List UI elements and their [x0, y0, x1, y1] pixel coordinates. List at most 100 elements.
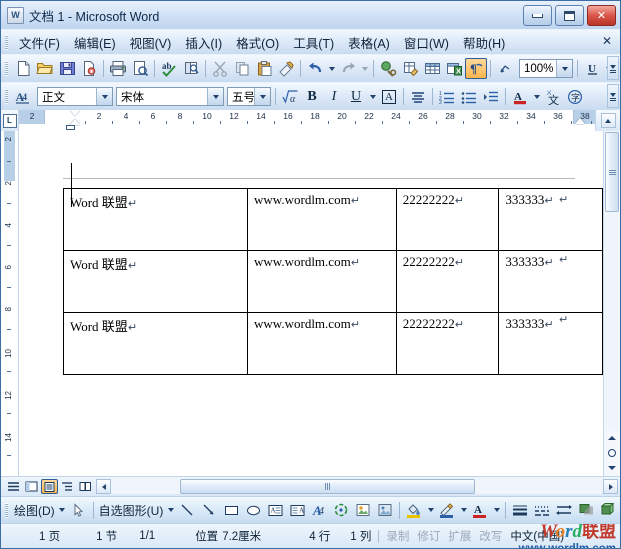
enclose-character-icon[interactable]: 字 [564, 86, 586, 107]
picture-icon[interactable] [374, 500, 396, 521]
redo-dropdown[interactable] [359, 58, 370, 79]
table-cell[interactable]: 22222222↵ [396, 313, 499, 375]
dash-style-icon[interactable] [531, 500, 553, 521]
close-button[interactable]: ✕ [587, 5, 616, 26]
vertical-text-box-icon[interactable]: A [286, 500, 308, 521]
scroll-up-button[interactable] [601, 113, 616, 128]
table-cell[interactable]: www.wordlm.com↵ [248, 189, 397, 251]
left-indent-marker[interactable] [66, 125, 75, 130]
show-formatting-marks-icon[interactable]: ¶ [465, 58, 487, 79]
view-print-layout[interactable] [41, 479, 58, 494]
table-cell[interactable]: 22222222↵ [396, 189, 499, 251]
scroll-left-button[interactable] [96, 479, 111, 494]
open-icon[interactable] [34, 58, 56, 79]
menu-help[interactable]: 帮助(H) [456, 31, 512, 54]
table-cell[interactable]: www.wordlm.com↵ [248, 251, 397, 313]
table-cell[interactable]: Word 联盟↵ [64, 313, 248, 375]
increase-indent-icon[interactable] [480, 86, 502, 107]
vertical-scroll-thumb[interactable] [605, 132, 619, 212]
standard-toolbar-grip[interactable] [5, 61, 8, 76]
new-document-icon[interactable] [12, 58, 34, 79]
save-icon[interactable] [56, 58, 78, 79]
vertical-scrollbar[interactable] [603, 131, 620, 476]
character-border-icon[interactable]: A [378, 86, 400, 107]
3d-style-icon[interactable] [597, 500, 619, 521]
drawing-toolbar-grip[interactable] [5, 503, 8, 518]
arrow-icon[interactable] [198, 500, 220, 521]
line-color-dropdown-icon[interactable] [458, 500, 469, 521]
draw-menu-button[interactable]: 绘图(D) [12, 502, 57, 519]
menu-edit[interactable]: 编辑(E) [67, 31, 123, 54]
tab-selector-button[interactable]: L [1, 110, 19, 131]
font-color-dropdown-icon[interactable] [531, 86, 542, 107]
table-cell[interactable]: 333333↵ [499, 313, 603, 375]
autoshapes-button[interactable]: 自选图形(U) [97, 502, 166, 519]
paste-icon[interactable] [253, 58, 275, 79]
restore-button[interactable] [555, 5, 584, 26]
styles-and-formatting-icon[interactable]: A 4 [12, 86, 34, 107]
document-table[interactable]: Word 联盟↵ www.wordlm.com↵ 22222222↵ 33333… [63, 188, 603, 375]
bold-icon[interactable]: B [301, 86, 323, 107]
font-color-dropdown-icon-draw[interactable] [491, 500, 502, 521]
arrow-style-icon[interactable] [553, 500, 575, 521]
close-document-icon[interactable]: ✕ [602, 34, 612, 48]
status-overtype-button[interactable]: 改写 [479, 528, 502, 544]
format-painter-icon[interactable] [275, 58, 297, 79]
underline-dropdown-icon[interactable] [367, 86, 378, 107]
numbered-list-icon[interactable]: 1 2 3 [436, 86, 458, 107]
tables-and-borders-icon[interactable] [399, 58, 421, 79]
menu-view[interactable]: 视图(V) [123, 31, 179, 54]
print-preview-icon[interactable] [129, 58, 151, 79]
select-browse-object-icon[interactable] [605, 446, 620, 460]
undo-dropdown[interactable] [326, 58, 337, 79]
font-color-icon[interactable]: A [469, 500, 491, 521]
draw-menu-dropdown-icon[interactable] [57, 500, 68, 521]
text-box-icon[interactable]: A [264, 500, 286, 521]
right-indent-marker[interactable] [575, 118, 585, 124]
table-cell[interactable]: 333333↵ [499, 189, 603, 251]
insert-table-icon[interactable] [421, 58, 443, 79]
table-cell[interactable]: www.wordlm.com↵ [248, 313, 397, 375]
oval-icon[interactable] [242, 500, 264, 521]
word-art-icon[interactable]: A4 [308, 500, 330, 521]
formatting-toolbar-overflow[interactable] [607, 84, 619, 108]
horizontal-scroll-thumb[interactable] [180, 479, 475, 494]
formula-icon[interactable]: α [279, 86, 301, 107]
font-size-dropdown-icon[interactable] [254, 88, 270, 105]
status-track-changes-button[interactable]: 修订 [417, 528, 440, 544]
scroll-right-button[interactable] [603, 479, 618, 494]
next-page-icon[interactable] [605, 461, 620, 475]
rectangle-icon[interactable] [220, 500, 242, 521]
undo-icon[interactable] [304, 58, 326, 79]
redo-icon[interactable] [337, 58, 359, 79]
view-normal[interactable] [5, 479, 22, 494]
view-web-layout[interactable] [23, 479, 40, 494]
table-cell[interactable]: Word 联盟↵ [64, 251, 248, 313]
zoom-combo[interactable]: 100% [519, 59, 573, 78]
table-cell[interactable]: 333333↵ [499, 251, 603, 313]
vertical-scroll-track[interactable] [605, 212, 620, 431]
columns-icon[interactable] [494, 58, 516, 79]
line-style-icon[interactable] [509, 500, 531, 521]
font-dropdown-icon[interactable] [207, 88, 223, 105]
menu-insert[interactable]: 插入(I) [178, 31, 229, 54]
menu-file[interactable]: 文件(F) [12, 31, 67, 54]
horizontal-scrollbar[interactable] [96, 479, 618, 494]
document-page[interactable]: Word 联盟↵ www.wordlm.com↵ 22222222↵ 33333… [19, 131, 603, 476]
table-row[interactable]: Word 联盟↵ www.wordlm.com↵ 22222222↵ 33333… [64, 189, 603, 251]
menu-table[interactable]: 表格(A) [341, 31, 397, 54]
menu-window[interactable]: 窗口(W) [397, 31, 456, 54]
status-record-button[interactable]: 录制 [386, 528, 409, 544]
select-objects-icon[interactable] [68, 500, 90, 521]
table-row[interactable]: Word 联盟↵ www.wordlm.com↵ 22222222↵ 33333… [64, 313, 603, 375]
horizontal-scroll-track[interactable] [111, 479, 603, 494]
autoshapes-dropdown-icon[interactable] [165, 500, 176, 521]
underline-icon[interactable]: U [345, 86, 367, 107]
cut-icon[interactable] [209, 58, 231, 79]
minimize-button[interactable] [523, 5, 552, 26]
bulleted-list-icon[interactable] [458, 86, 480, 107]
document-canvas[interactable]: Word 联盟↵ www.wordlm.com↵ 22222222↵ 33333… [19, 131, 603, 476]
vertical-ruler[interactable]: 2 2 4 6 8 10 12 14 [1, 131, 19, 476]
clip-art-icon[interactable] [352, 500, 374, 521]
table-cell[interactable]: Word 联盟↵ [64, 189, 248, 251]
